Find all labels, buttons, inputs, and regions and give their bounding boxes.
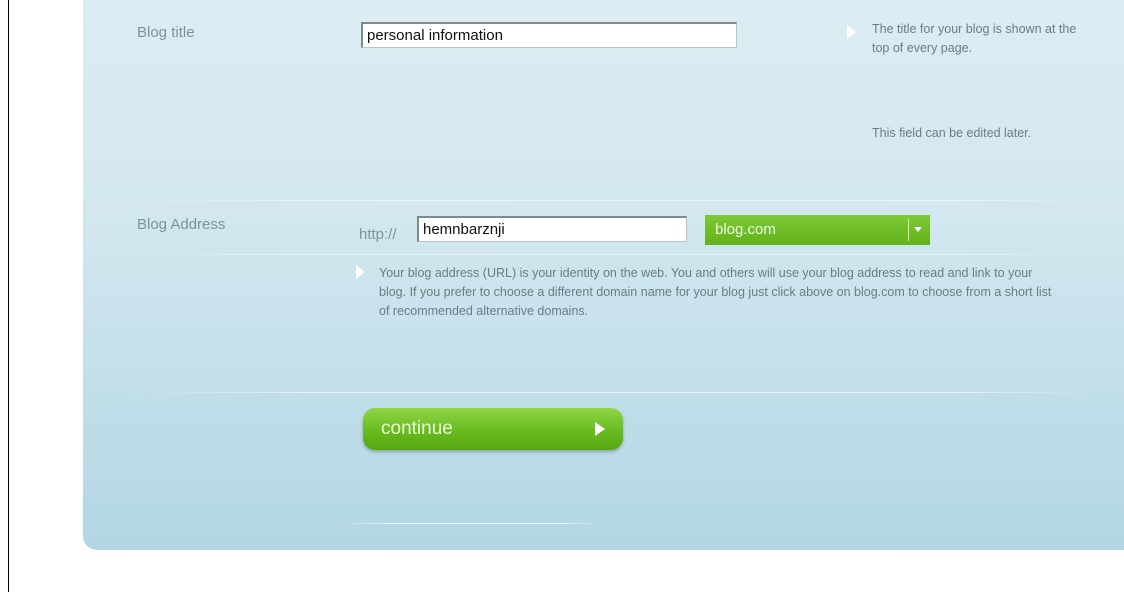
blog-address-input[interactable] <box>417 216 687 242</box>
hint-arrow-icon <box>847 25 856 39</box>
domain-select[interactable]: blog.com <box>705 215 930 245</box>
blog-title-input[interactable] <box>361 22 737 48</box>
blog-address-label: Blog Address <box>137 216 226 233</box>
divider <box>120 254 1090 255</box>
select-divider <box>908 219 909 241</box>
chevron-down-icon <box>914 227 922 232</box>
continue-button[interactable]: continue <box>363 408 623 450</box>
hint-arrow-icon <box>356 265 365 279</box>
play-icon <box>595 422 605 436</box>
blog-address-hint: Your blog address (URL) is your identity… <box>379 266 1052 318</box>
page-frame-border <box>8 0 9 592</box>
divider <box>340 523 600 524</box>
blog-title-hint: The title for your blog is shown at the … <box>872 22 1077 55</box>
blog-title-edit-hint: This field can be edited later. <box>872 126 1032 140</box>
divider <box>140 392 1090 393</box>
continue-label: continue <box>381 418 453 439</box>
blog-title-label: Blog title <box>137 24 195 41</box>
domain-select-value: blog.com <box>715 221 776 238</box>
divider <box>120 200 1100 201</box>
url-prefix: http:// <box>359 226 397 243</box>
